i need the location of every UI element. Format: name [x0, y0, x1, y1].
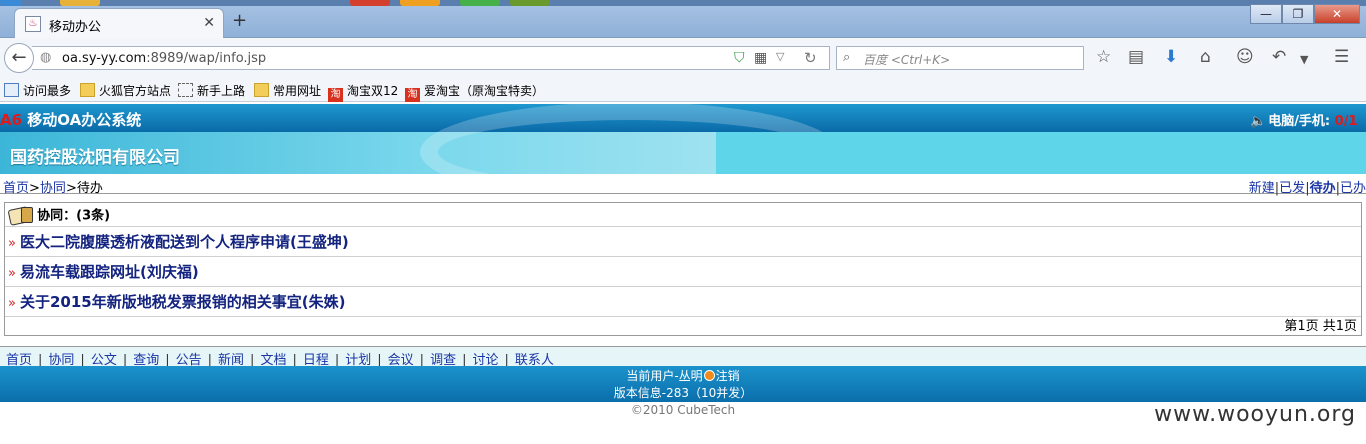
- company-name: 国药控股沈阳有限公司: [10, 148, 180, 168]
- breadcrumb-separator: >: [29, 181, 40, 196]
- search-placeholder: 百度 <Ctrl+K>: [863, 53, 951, 67]
- current-user-text: 当前用户-丛明: [626, 369, 703, 383]
- tab-close-icon[interactable]: ✕: [203, 15, 215, 31]
- pending-list: 协同：(3条) » 医大二院腹膜透析液配送到个人程序申请(王盛坤) » 易流车载跟踪…: [4, 202, 1362, 336]
- url-host: oa.sy-yy.com: [62, 51, 147, 66]
- window-controls: — ❐ ✕: [1250, 4, 1360, 24]
- browser-tab-strip: ♨ 移动办公 ✕ + — ❐ ✕: [0, 0, 1366, 38]
- pager: 第1页 共1页: [1284, 319, 1357, 334]
- minimize-icon[interactable]: —: [1250, 4, 1282, 24]
- maximize-icon[interactable]: ❐: [1282, 4, 1314, 24]
- brand-name: 移动OA办公系统: [22, 111, 142, 129]
- window-close-icon[interactable]: ✕: [1314, 4, 1360, 24]
- bookmark-firefox-site[interactable]: 火狐官方站点: [80, 82, 171, 99]
- device-label: 电脑/手机:: [1268, 114, 1335, 129]
- breadcrumb: 首页>协同>待办: [3, 177, 103, 196]
- bookmark-most-visited[interactable]: 访问最多: [4, 82, 71, 99]
- filter-new[interactable]: 新建: [1249, 181, 1275, 196]
- taobao-icon: 淘: [328, 88, 343, 102]
- filter-done[interactable]: 已办: [1340, 181, 1366, 196]
- breadcrumb-section[interactable]: 协同: [40, 181, 66, 196]
- chat-icon[interactable]: ☺: [1236, 47, 1254, 67]
- folder-icon: [80, 83, 95, 97]
- bullet-icon: »: [8, 296, 16, 311]
- banner-fill: [716, 132, 1366, 174]
- system-title: A6 移动OA办公系统: [0, 109, 141, 130]
- search-bar[interactable]: ⌕ 百度 <Ctrl+K>: [836, 46, 1084, 70]
- taskbar-strip: [0, 0, 1366, 6]
- list-header: 协同：(3条): [5, 203, 1361, 227]
- device-indicator: 🔈 电脑/手机: 0/1: [1250, 110, 1358, 129]
- list-item-link[interactable]: 关于2015年新版地税发票报销的相关事宜(朱姝): [20, 293, 345, 311]
- current-user: 当前用户-丛明 注销: [0, 367, 1366, 384]
- company-banner: 国药控股沈阳有限公司: [0, 102, 1366, 202]
- page-icon: [178, 83, 193, 97]
- brand-prefix: A6: [0, 111, 23, 129]
- home-icon[interactable]: ⌂: [1200, 47, 1211, 67]
- url-text[interactable]: oa.sy-yy.com:8989/wap/info.jsp: [62, 51, 266, 66]
- breadcrumb-current: 待办: [76, 181, 103, 196]
- list-item: » 医大二院腹膜透析液配送到个人程序申请(王盛坤): [5, 227, 1361, 257]
- tab-favicon-icon: ♨: [25, 16, 41, 32]
- device-count: 0/1: [1334, 114, 1358, 129]
- back-button[interactable]: ←: [4, 43, 34, 73]
- list-item-link[interactable]: 医大二院腹膜透析液配送到个人程序申请(王盛坤): [20, 233, 349, 251]
- speaker-icon: 🔈: [1250, 114, 1267, 129]
- new-tab-icon[interactable]: +: [232, 12, 247, 30]
- folder-icon: [254, 83, 269, 97]
- list-heading: 协同：(3条): [37, 208, 111, 224]
- power-icon[interactable]: [703, 370, 715, 381]
- url-bar[interactable]: ◍ oa.sy-yy.com:8989/wap/info.jsp ⛉ ▦ ▽ ↻: [32, 46, 830, 70]
- site-identity-icon[interactable]: ◍: [40, 50, 51, 65]
- watermark: www.wooyun.org: [1154, 402, 1356, 427]
- status-filter: 新建|已发|待办|已办: [1249, 177, 1366, 196]
- bookmark-star-icon[interactable]: ☆: [1096, 47, 1111, 67]
- filter-pending: 待办: [1309, 181, 1336, 196]
- bookmark-taobao-12[interactable]: 淘淘宝双12: [328, 82, 398, 102]
- bookmark-getting-started[interactable]: 新手上路: [178, 82, 245, 99]
- undo-icon[interactable]: ↶: [1272, 47, 1286, 67]
- breadcrumb-separator: >: [65, 181, 77, 196]
- most-visited-icon: [4, 83, 19, 97]
- logout-link[interactable]: 注销: [716, 369, 740, 383]
- browser-navbar: ◍ oa.sy-yy.com:8989/wap/info.jsp ⛉ ▦ ▽ ↻…: [0, 38, 1366, 78]
- menu-icon[interactable]: ☰: [1334, 47, 1349, 67]
- breadcrumb-row: 首页>协同>待办 新建|已发|待办|已办: [0, 176, 1366, 196]
- reading-list-icon[interactable]: ▤: [1128, 47, 1144, 67]
- history-dropdown-icon[interactable]: ▼: [1300, 50, 1308, 70]
- bookmark-ai-taobao[interactable]: 淘爱淘宝（原淘宝特卖）: [405, 82, 544, 102]
- shield-icon[interactable]: ⛉: [734, 50, 745, 66]
- download-icon[interactable]: ⬇: [1164, 47, 1178, 67]
- taobao-icon: 淘: [405, 88, 420, 102]
- qr-code-icon[interactable]: ▦: [754, 50, 767, 66]
- bullet-icon: »: [8, 236, 16, 251]
- bookmarks-toolbar: 访问最多 火狐官方站点 新手上路 常用网址 淘淘宝双12 淘爱淘宝（原淘宝特卖）: [0, 78, 1366, 102]
- url-path: :8989/wap/info.jsp: [146, 51, 267, 66]
- back-arrow-icon: ←: [11, 47, 27, 68]
- list-item: » 易流车载跟踪网址(刘庆福): [5, 257, 1361, 287]
- tab-title: 移动办公: [49, 20, 102, 35]
- browser-tab[interactable]: ♨ 移动办公 ✕: [14, 8, 224, 38]
- bookmark-common-sites[interactable]: 常用网址: [254, 82, 321, 99]
- url-dropdown-icon[interactable]: ▽: [776, 50, 784, 63]
- search-icon: ⌕: [843, 50, 851, 65]
- list-item: » 关于2015年新版地税发票报销的相关事宜(朱姝): [5, 287, 1361, 317]
- footer-nav: 首页 | 协同 | 公文 | 查询 | 公告 | 新闻 | 文档 | 日程 | 计划 | 会议 | 调查 | 讨论 | 联系人: [0, 346, 1366, 368]
- bullet-icon: »: [8, 266, 16, 281]
- footer-bar: 当前用户-丛明 注销 版本信息-283（10并发）: [0, 366, 1366, 402]
- version-info: 版本信息-283（10并发）: [613, 386, 753, 400]
- banner-graphic: 国药控股沈阳有限公司: [0, 102, 840, 202]
- breadcrumb-home[interactable]: 首页: [3, 181, 29, 196]
- filter-sent[interactable]: 已发: [1279, 181, 1305, 196]
- collaboration-icon: [7, 205, 33, 225]
- reload-icon[interactable]: ↻: [804, 49, 817, 67]
- list-item-link[interactable]: 易流车载跟踪网址(刘庆福): [20, 263, 199, 281]
